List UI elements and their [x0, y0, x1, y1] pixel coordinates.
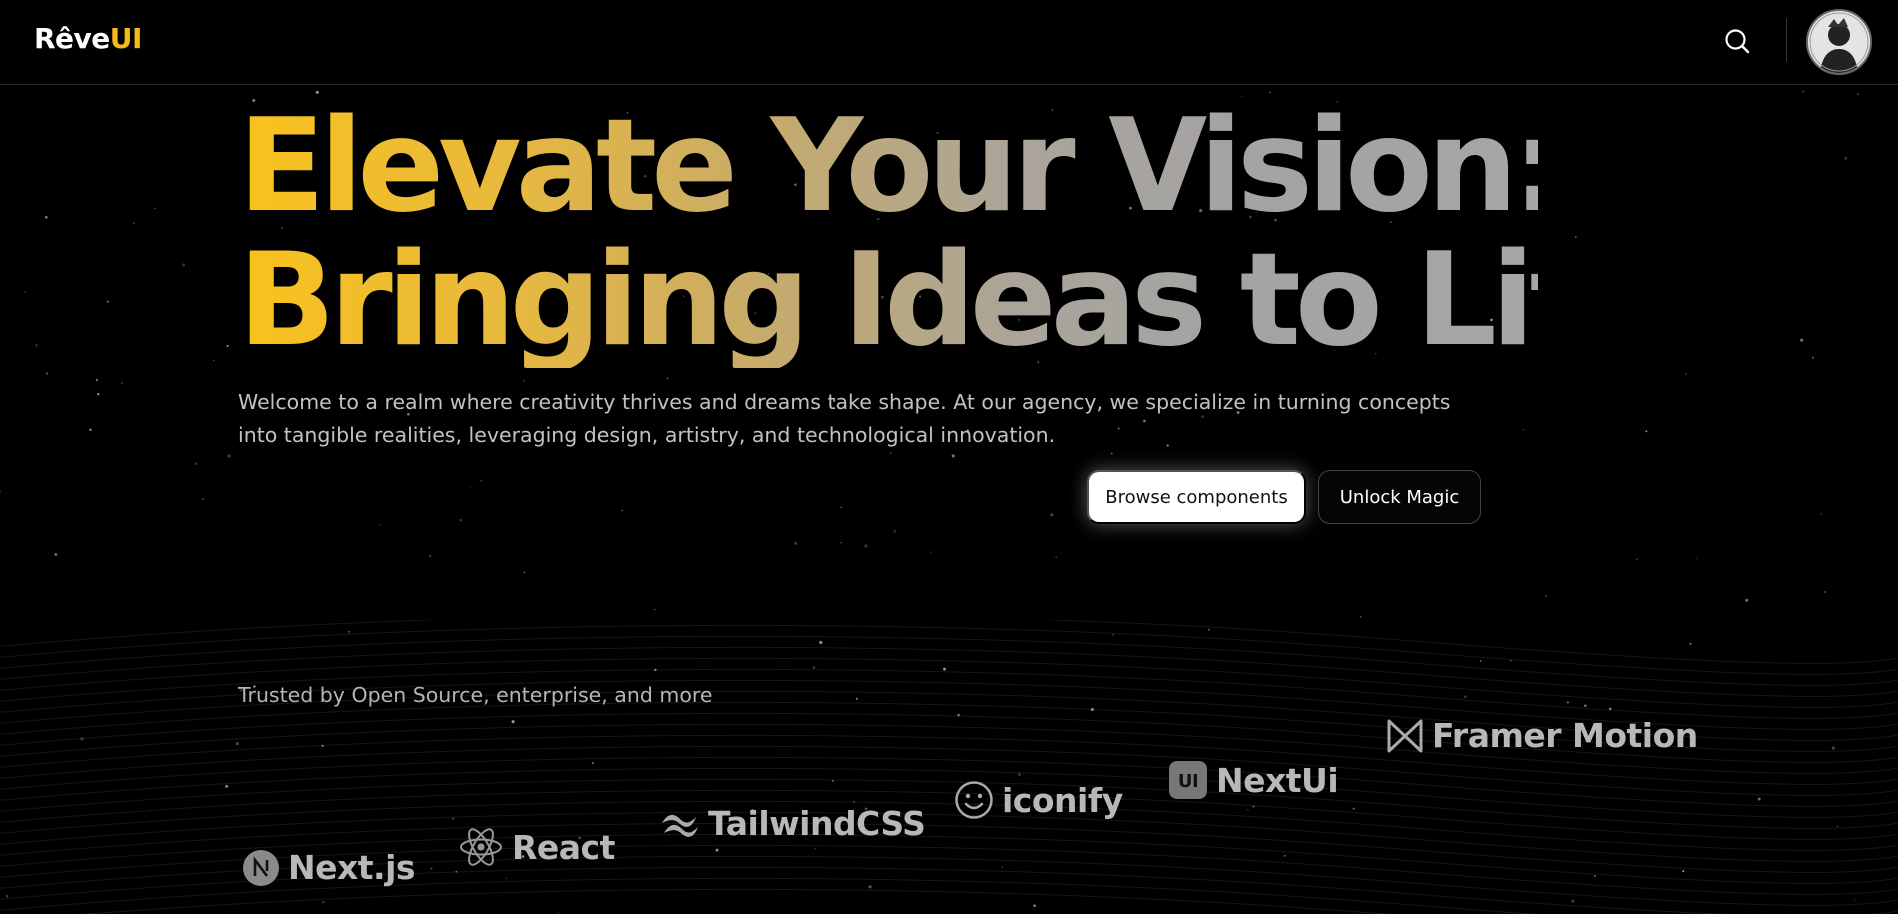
logo-text-ui: UI [109, 22, 143, 55]
brand-name: NextUi [1216, 760, 1339, 800]
brand-nextui: UI NextUi [1168, 760, 1339, 800]
star-dot [45, 372, 49, 375]
star-dot [182, 263, 185, 267]
star-dot [24, 291, 27, 293]
star-dot [951, 454, 955, 458]
trusted-by-label: Trusted by Open Source, enterprise, and … [238, 683, 713, 707]
iconify-icon [954, 780, 994, 820]
star-dot [1050, 513, 1054, 517]
avatar-image [1808, 11, 1870, 73]
star-dot [1802, 90, 1805, 93]
page: RêveUI Elevate Your Vision: Bringing Ide… [0, 0, 1898, 914]
star-dot [194, 462, 198, 466]
search-button[interactable] [1720, 24, 1754, 58]
star-dot [1820, 513, 1822, 515]
brand-iconify: iconify [954, 780, 1123, 820]
star-dot [523, 379, 526, 382]
star-dot [1824, 591, 1827, 593]
star-dot [1811, 356, 1814, 359]
wave-line [0, 620, 1898, 664]
star-dot [378, 523, 381, 526]
user-avatar[interactable] [1806, 9, 1872, 75]
star-dot [469, 487, 472, 489]
star-dot [1522, 428, 1525, 431]
brand-tailwindcss: TailwindCSS [660, 804, 926, 843]
star-dot [1857, 93, 1859, 95]
star-dot [1844, 156, 1848, 160]
star-dot [889, 452, 892, 455]
star-dot [666, 377, 669, 380]
brand-name: iconify [1002, 780, 1123, 820]
star-dot [1685, 373, 1687, 375]
star-dot [35, 344, 38, 347]
star-dot [133, 222, 135, 224]
brand-framer-motion: Framer Motion [1386, 716, 1698, 755]
star-dot [794, 542, 798, 545]
star-dot [930, 551, 932, 553]
svg-text:UI: UI [1178, 771, 1198, 792]
star-dot [1544, 595, 1548, 598]
star-dot [428, 554, 432, 558]
star-dot [154, 207, 156, 210]
framer-motion-icon [1386, 718, 1424, 754]
star-dot [95, 378, 98, 381]
star-dot [89, 428, 92, 432]
star-dot [1800, 338, 1804, 342]
hero-subtitle: Welcome to a realm where creativity thri… [238, 390, 1451, 447]
logo-text-reve: Rêve [34, 22, 110, 55]
star-dot [523, 571, 526, 574]
navbar-divider [1786, 18, 1787, 62]
brand-name: TailwindCSS [708, 804, 926, 843]
star-dot [202, 498, 205, 501]
star-dot [893, 529, 897, 533]
star-dot [840, 506, 842, 508]
star-dot [0, 490, 2, 493]
hero-title: Elevate Your Vision: Bringing Ideas to L… [238, 100, 1538, 368]
star-dot [227, 454, 231, 458]
brand-react: React [458, 826, 615, 868]
star-dot [1745, 598, 1749, 602]
star-dot [213, 359, 215, 362]
react-icon [458, 826, 504, 868]
tailwind-icon [660, 810, 700, 838]
star-dot [1111, 452, 1113, 455]
star-dot [226, 344, 229, 348]
wave-line [81, 888, 1394, 914]
brand-name: Framer Motion [1432, 716, 1698, 755]
star-dot [54, 553, 58, 556]
browse-components-button[interactable]: Browse components [1087, 470, 1306, 524]
top-navbar: RêveUI [0, 0, 1898, 85]
star-dot [1645, 430, 1648, 433]
star-dot [1359, 615, 1362, 618]
star-dot [97, 392, 100, 396]
star-dot [1696, 557, 1698, 560]
star-dot [621, 509, 623, 512]
search-icon [1725, 29, 1750, 54]
star-dot [106, 300, 109, 303]
brand-name: Next.js [288, 848, 416, 887]
star-dot [654, 608, 656, 611]
hero-title-line-2: Bringing Ideas to Life [238, 226, 1660, 375]
star-dot [1635, 558, 1638, 561]
nextjs-icon [242, 849, 280, 887]
star-dot [840, 542, 842, 544]
star-dot [44, 215, 48, 219]
hero-title-line-1: Elevate Your Vision: [238, 92, 1558, 241]
star-dot [1055, 556, 1057, 559]
star-dot [864, 544, 868, 548]
unlock-magic-button[interactable]: Unlock Magic [1318, 470, 1481, 524]
star-dot [480, 480, 482, 482]
nextui-icon: UI [1168, 760, 1208, 800]
brand-nextjs: Next.js [242, 848, 416, 887]
brand-name: React [512, 827, 615, 867]
star-dot [459, 518, 462, 522]
logo[interactable]: RêveUI [34, 22, 142, 55]
star-dot [120, 382, 123, 384]
